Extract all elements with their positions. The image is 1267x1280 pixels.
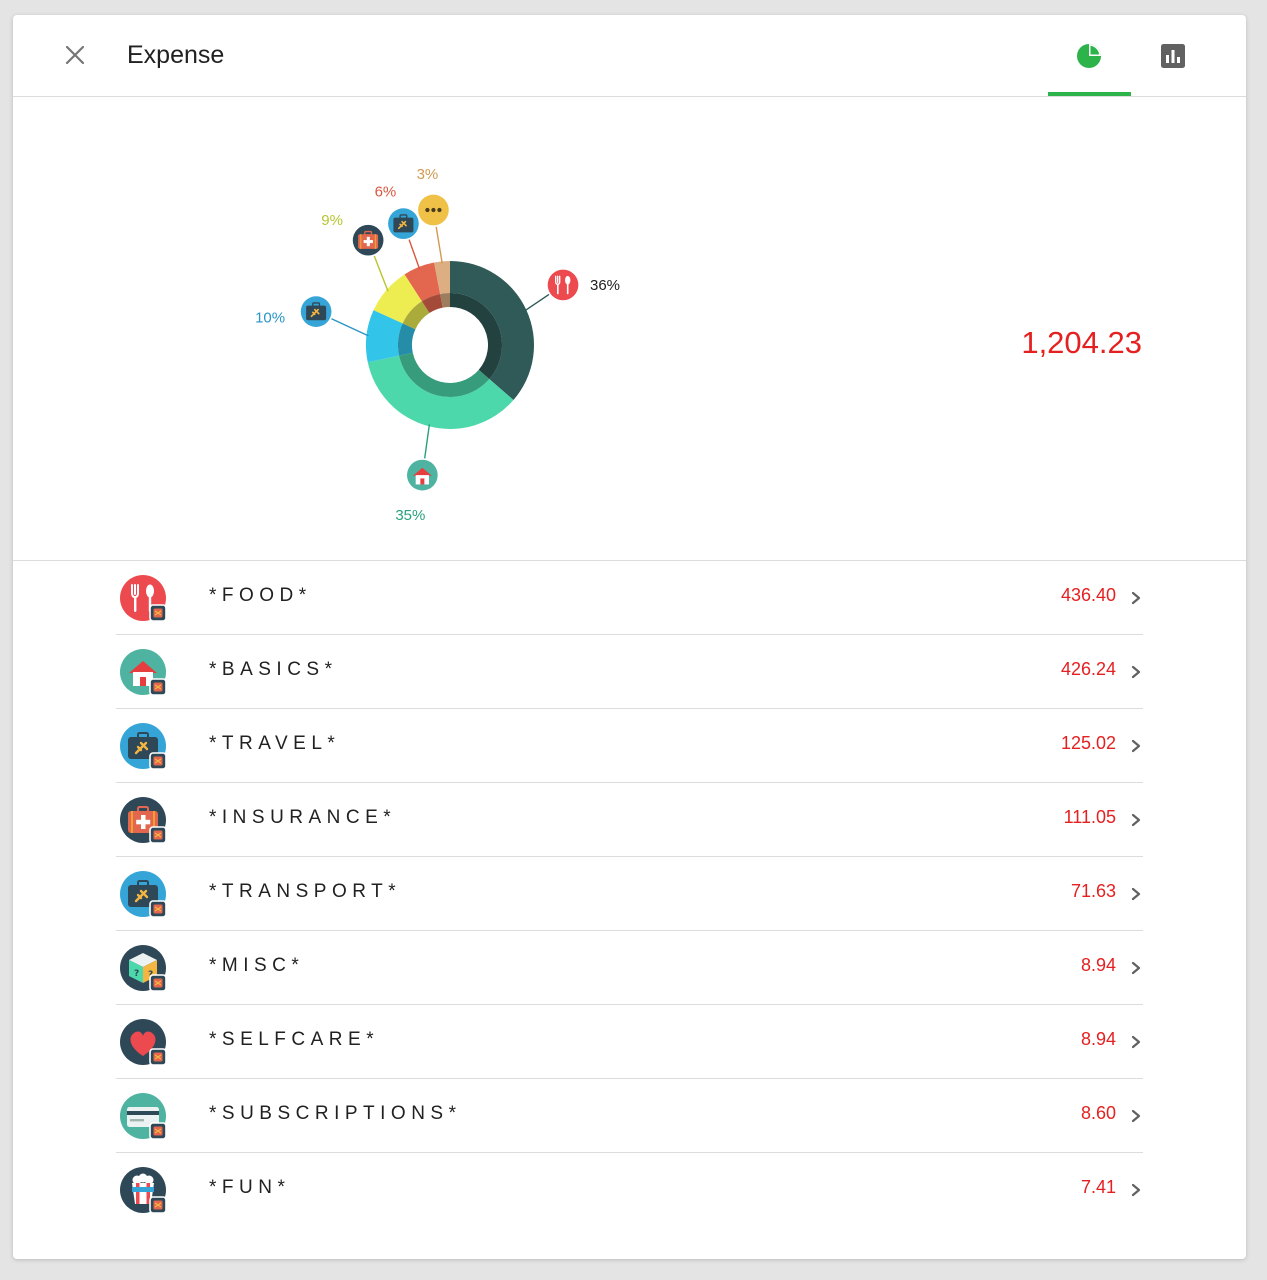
insurance-icon (120, 797, 167, 844)
slice-percent-label: 36% (590, 277, 620, 294)
chevron-right-icon (1131, 591, 1141, 605)
category-label: *BASICS* (209, 659, 338, 680)
category-icon-wrap (119, 574, 167, 622)
slice-percent-label: 9% (321, 212, 343, 229)
category-row[interactable]: *SELFCARE* 8.94 (116, 1005, 1143, 1079)
chevron-right-icon (1131, 1035, 1141, 1049)
category-label: *FOOD* (209, 585, 312, 606)
slice-callout-icon (351, 223, 386, 258)
category-row[interactable]: *FUN* 7.41 (116, 1153, 1143, 1226)
slice-callout-icon (416, 193, 451, 228)
category-row[interactable]: *TRAVEL* 125.02 (116, 709, 1143, 783)
misc-icon: ?? (120, 945, 167, 992)
fun-icon (120, 1167, 167, 1214)
category-label: *TRANSPORT* (209, 881, 402, 902)
pie-chart-icon (1077, 43, 1101, 68)
slice-percent-label: 35% (395, 507, 425, 524)
category-icon-wrap (119, 722, 167, 770)
chevron-right-icon (1131, 813, 1141, 827)
chevron-right-icon (1131, 961, 1141, 975)
category-amount: 7.41 (1080, 1177, 1116, 1197)
travel-icon (120, 723, 167, 770)
category-label: *TRAVEL* (209, 733, 341, 754)
slice-callout-icon (386, 206, 421, 241)
category-row[interactable]: *TRANSPORT* 71.63 (116, 857, 1143, 931)
selfcare-icon (120, 1019, 167, 1066)
slice-percent-label: 10% (255, 310, 285, 327)
donut-chart: 36% 35% 10% 9% 6% 3% (255, 166, 620, 524)
category-amount: 71.63 (1070, 881, 1116, 901)
chart-area: 36% 35% 10% 9% 6% 3% 1,204.23 (13, 97, 1246, 561)
active-tab-indicator (1048, 92, 1131, 96)
chevron-right-icon (1131, 739, 1141, 753)
tab-bar-chart[interactable] (1132, 15, 1214, 96)
category-label: *SUBSCRIPTIONS* (209, 1103, 462, 1124)
category-row[interactable]: ?? *MISC* 8.94 (116, 931, 1143, 1005)
category-amount: 426.24 (1060, 659, 1116, 679)
chevron-right-icon (1131, 1109, 1141, 1123)
bar-chart-icon (1161, 43, 1185, 68)
slice-callout-icon (299, 294, 334, 329)
category-amount: 8.60 (1080, 1103, 1116, 1123)
category-amount: 8.94 (1080, 1029, 1116, 1049)
category-amount: 8.94 (1080, 955, 1116, 975)
slice-callout-icon (405, 458, 440, 493)
category-amount: 436.40 (1060, 585, 1116, 605)
category-icon-wrap (119, 1166, 167, 1214)
category-list: *FOOD* 436.40 *BASICS* 426.24 *TRAVEL* 125.02… (116, 561, 1143, 1226)
category-label: *MISC* (209, 955, 305, 976)
transport-icon (120, 871, 167, 918)
category-row[interactable]: *SUBSCRIPTIONS* 8.60 (116, 1079, 1143, 1153)
total-amount: 1,204.23 (1021, 325, 1142, 360)
food-icon (120, 575, 167, 622)
slice-callout-icon (546, 267, 581, 302)
slice-percent-label: 3% (417, 166, 439, 183)
expense-card: Expense 36% 35% 10% 9% 6% 3% 1,204.23 *FOOD* 4… (13, 15, 1246, 1259)
category-amount: 111.05 (1063, 807, 1116, 827)
category-icon-wrap (119, 870, 167, 918)
subscriptions-icon (120, 1093, 167, 1140)
category-icon-wrap (119, 648, 167, 696)
category-label: *SELFCARE* (209, 1029, 380, 1050)
close-button[interactable] (59, 39, 91, 71)
category-amount: 125.02 (1060, 733, 1116, 753)
tab-pie-chart[interactable] (1048, 15, 1130, 96)
header: Expense (13, 15, 1246, 97)
chevron-right-icon (1131, 887, 1141, 901)
category-row[interactable]: *BASICS* 426.24 (116, 635, 1143, 709)
home-icon (120, 649, 167, 696)
slice-percent-label: 6% (375, 184, 397, 201)
page-title: Expense (127, 41, 225, 69)
category-icon-wrap (119, 1018, 167, 1066)
close-icon (65, 45, 85, 65)
category-row[interactable]: *FOOD* 436.40 (116, 561, 1143, 635)
category-icon-wrap (119, 796, 167, 844)
chevron-right-icon (1131, 1183, 1141, 1197)
category-label: *FUN* (209, 1177, 291, 1198)
category-icon-wrap: ?? (119, 944, 167, 992)
svg-text:?: ? (134, 969, 139, 979)
category-label: *INSURANCE* (209, 807, 397, 828)
category-row[interactable]: *INSURANCE* 111.05 (116, 783, 1143, 857)
chevron-right-icon (1131, 665, 1141, 679)
category-icon-wrap (119, 1092, 167, 1140)
